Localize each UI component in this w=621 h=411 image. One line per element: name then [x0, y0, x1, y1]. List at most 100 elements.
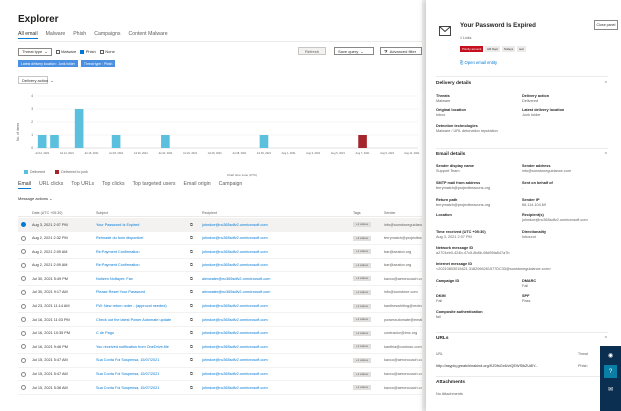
row-select-checkbox[interactable]: [21, 262, 26, 268]
message-actions-button[interactable]: Message actions ⌄: [18, 196, 53, 201]
table-row[interactable]: Aug 2, 2021 2:09 AM Re:Payment Confirmati…: [18, 259, 422, 273]
legend-delivered[interactable]: Delivered: [24, 170, 45, 175]
chart-bar-delivered[interactable]: [74, 109, 84, 148]
external-link-icon[interactable]: ⧉: [190, 372, 196, 376]
row-recipient[interactable]: johndoe@nc365sdfv2.onmicrosoft.com: [202, 372, 350, 376]
column-header-tags[interactable]: Tags: [353, 211, 361, 215]
row-subject[interactable]: C de Pago: [96, 331, 198, 335]
table-row[interactable]: Jul 30, 2021 9:17 AM Please Reset Your Pa…: [18, 286, 422, 300]
open-email-entity-link[interactable]: ⎘ Open email entity: [460, 60, 497, 65]
tab-email-origin[interactable]: Email origin: [184, 181, 211, 189]
chart-bar-delivered[interactable]: [111, 135, 121, 148]
row-recipient[interactable]: johndoe@nc365sdfv2.onmicrosoft.com: [202, 386, 350, 390]
chart-bar-delivered[interactable]: [161, 135, 170, 148]
checkbox-malware[interactable]: Malware: [55, 49, 76, 54]
external-link-icon[interactable]: ⧉: [190, 304, 196, 308]
delivery-details-header[interactable]: Delivery details ⌃: [436, 81, 608, 90]
row-subject[interactable]: Sua Conta Foi Suspensa, 15/07/2021: [96, 386, 198, 390]
row-select-checkbox[interactable]: [21, 289, 26, 295]
row-subject[interactable]: Rehnade du fonn disponibel: [96, 236, 198, 240]
tab-url-clicks[interactable]: URL clicks: [39, 181, 63, 189]
row-recipient[interactable]: johndoe@nc365sdfv2.onmicrosoft.com: [202, 263, 350, 267]
row-select-checkbox[interactable]: [21, 222, 26, 227]
tab-top-targeted-users[interactable]: Top targeted users: [133, 181, 176, 189]
external-link-icon[interactable]: ⧉: [190, 345, 196, 349]
row-subject[interactable]: Please Reset Your Password: [96, 290, 198, 294]
row-recipient[interactable]: alexwater@nc365sdfv2.onmicrosoft.com: [202, 290, 350, 294]
column-header-recipient[interactable]: Recipient: [202, 211, 217, 215]
external-link-icon[interactable]: ⧉: [190, 277, 196, 281]
tab-malware[interactable]: Malware: [46, 31, 66, 39]
table-row[interactable]: Aug 3, 2021 2:07 PM Your Password Is Expi…: [18, 218, 424, 232]
row-subject[interactable]: Notizen Notfayer: Fax: [96, 277, 198, 281]
chart-bar-delivered-to-junk[interactable]: [358, 135, 367, 148]
table-row[interactable]: Aug 2, 2021 2:09 AM Re:Payment Confirmati…: [18, 245, 422, 259]
external-link-icon[interactable]: ⧉: [190, 263, 196, 267]
tab-email[interactable]: Email: [18, 181, 31, 189]
external-link-icon[interactable]: ⧉: [190, 318, 196, 322]
advanced-filter-button[interactable]: ⧩ Advanced filter: [380, 47, 422, 55]
refresh-button[interactable]: Refresh: [298, 47, 327, 55]
external-link-icon[interactable]: ⧉: [190, 358, 196, 362]
table-row[interactable]: Jul 15, 2021 5:47 AM Sua Conta Foi Suspen…: [18, 354, 424, 368]
external-link-icon[interactable]: ⧉: [190, 290, 196, 294]
save-query-dropdown[interactable]: Save query ⌄: [334, 47, 374, 55]
column-header-date[interactable]: Date (UTC +05:30): [32, 211, 62, 215]
external-link-icon[interactable]: ⧉: [190, 250, 196, 254]
table-row[interactable]: Jul 16, 2021 9:46 PM You received notific…: [18, 340, 422, 354]
url-value[interactable]: http://asyplq.greatchinakind.org/KZ0fsGx…: [436, 364, 576, 368]
row-select-checkbox[interactable]: [21, 371, 26, 377]
filter-pill-threat-type[interactable]: Threat type : Phish: [80, 60, 116, 67]
row-select-checkbox[interactable]: [21, 385, 26, 391]
legend-delivered-to-junk[interactable]: Delivered to junk: [55, 170, 88, 175]
checkbox-phish[interactable]: Phish: [80, 49, 96, 54]
row-select-checkbox[interactable]: [21, 276, 26, 282]
urls-header[interactable]: URLs ⌃: [436, 336, 608, 345]
external-link-icon[interactable]: ⧉: [190, 386, 196, 390]
email-details-header[interactable]: Email details ⌃: [436, 152, 608, 161]
table-row[interactable]: Jul 15, 2021 5:47 AM Sua Conta Foi Suspen…: [18, 368, 424, 382]
row-select-checkbox[interactable]: [21, 235, 26, 241]
external-link-icon[interactable]: ⧉: [190, 331, 196, 335]
row-recipient[interactable]: johndoe@nc365sdfv2.onmicrosoft.com: [202, 223, 350, 227]
row-subject[interactable]: Re:Payment Confirmation: [96, 263, 198, 267]
table-row[interactable]: Jul 16, 2021 10:35 PM C de Pago ⧉ johndoe@n…: [18, 327, 422, 341]
row-select-checkbox[interactable]: [21, 249, 26, 255]
row-subject[interactable]: Sua Conta Foi Suspensa, 15/07/2021: [96, 372, 198, 376]
row-recipient[interactable]: johndoe@nc365sdfv2.onmicrosoft.com: [202, 236, 350, 240]
row-subject[interactable]: Check out the latest Power Automate upda…: [96, 318, 198, 322]
external-link-icon[interactable]: ⧉: [190, 223, 196, 227]
row-select-checkbox[interactable]: [21, 344, 26, 350]
threat-type-dropdown[interactable]: Threat type ⌄: [18, 47, 52, 56]
row-subject[interactable]: Sua Conta Foi Suspensa, 15/07/2021: [96, 358, 198, 362]
column-header-sender[interactable]: Sender: [384, 211, 396, 215]
row-subject[interactable]: Re:Payment Confirmation: [96, 250, 198, 254]
tab-phish[interactable]: Phish: [73, 31, 86, 39]
feedback-icon[interactable]: ✉: [604, 383, 617, 396]
tab-top-urls[interactable]: Top URLs: [71, 181, 94, 189]
chart-bar-delivered[interactable]: [259, 135, 269, 148]
attachments-header[interactable]: Attachments: [436, 380, 608, 389]
external-link-icon[interactable]: ⧉: [190, 236, 196, 240]
chart-pivot-dropdown[interactable]: Delivery action ⌄: [18, 76, 54, 84]
tab-content-malware[interactable]: Content Malware: [128, 31, 167, 39]
row-select-checkbox[interactable]: [21, 357, 26, 363]
filter-pill-delivery-location[interactable]: Latest delivery location : Junk folder: [18, 60, 78, 67]
table-row[interactable]: Jul 30, 2021 5:49 PM Notizen Notfayer: Fa…: [18, 272, 424, 286]
table-row[interactable]: Aug 2, 2021 2:32 PM Rehnade du fonn dispo…: [18, 232, 424, 246]
row-subject[interactable]: Your Password Is Expired: [96, 223, 198, 227]
row-recipient[interactable]: johndoe@nc365sdfv2.onmicrosoft.com: [202, 318, 350, 322]
tab-campaign[interactable]: Campaign: [219, 181, 243, 189]
row-subject[interactable]: You received notification from OneDrive-…: [96, 345, 198, 349]
row-recipient[interactable]: alexwater@nc365sdfv2.onmicrosoft.com: [202, 277, 350, 281]
column-header-subject[interactable]: Subject: [96, 211, 108, 215]
close-panel-button[interactable]: Close panel: [594, 20, 618, 30]
chart-bar-delivered[interactable]: [50, 135, 59, 148]
row-recipient[interactable]: johndoe@nc365sdfv2.onmicrosoft.com: [202, 304, 350, 308]
row-recipient[interactable]: johndoe@nc365sdfv2.onmicrosoft.com: [202, 331, 350, 335]
chart-bar-delivered[interactable]: [37, 135, 47, 148]
row-select-checkbox[interactable]: [21, 330, 26, 336]
row-select-checkbox[interactable]: [21, 317, 26, 323]
checkbox-none[interactable]: None: [99, 49, 115, 54]
table-row[interactable]: Jul 15, 2021 5:36 AM Sua Conta Foi Suspen…: [18, 381, 424, 395]
